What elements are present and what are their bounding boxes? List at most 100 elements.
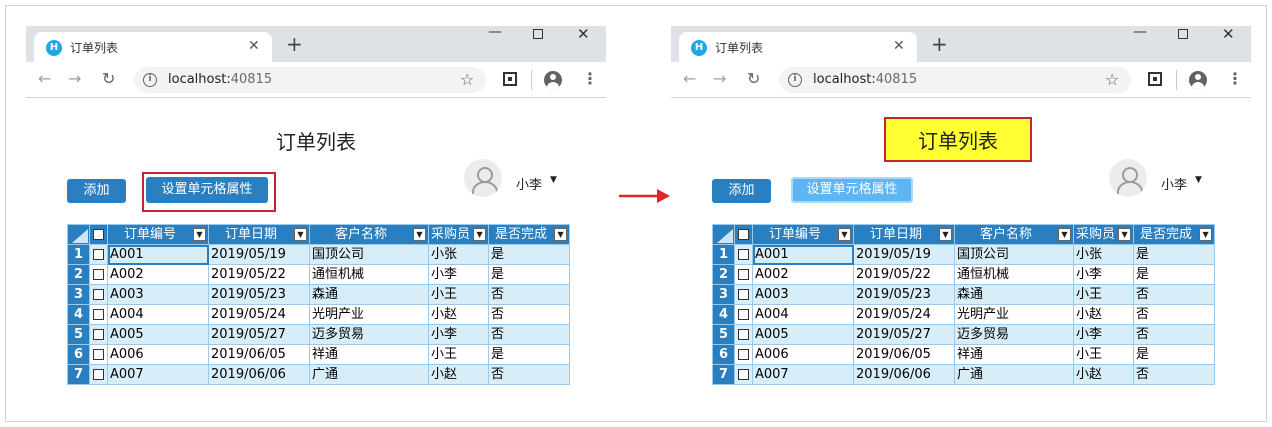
cell-order-id[interactable]: A004	[107, 304, 209, 325]
window-close-icon[interactable]: ✕	[577, 26, 590, 42]
select-all-corner[interactable]	[712, 224, 735, 245]
cell-done[interactable]: 否	[488, 284, 571, 305]
row-checkbox[interactable]	[734, 364, 753, 385]
minimize-icon[interactable]: —	[1133, 24, 1147, 40]
table-row[interactable]: 6 A006 2019/06/05 祥通 小王是	[712, 344, 1216, 365]
checkbox-icon[interactable]	[738, 329, 749, 340]
cell-buyer[interactable]: 小李	[1072, 324, 1135, 345]
cell-order-date[interactable]: 2019/05/27	[208, 324, 310, 345]
extension-icon[interactable]	[1148, 72, 1162, 86]
cell-order-id[interactable]: A003	[107, 284, 209, 305]
set-cell-style-button[interactable]: 设置单元格属性	[791, 177, 913, 203]
table-row[interactable]: 6 A006 2019/06/05 祥通 小王是	[67, 344, 571, 365]
cell-order-date[interactable]: 2019/05/22	[853, 264, 955, 285]
cell-customer[interactable]: 祥通	[954, 344, 1074, 365]
user-name[interactable]: 小李	[1161, 174, 1187, 193]
cell-done[interactable]: 是	[488, 264, 571, 285]
cell-done[interactable]: 否	[488, 304, 571, 325]
cell-buyer[interactable]: 小王	[427, 284, 490, 305]
filter-dropdown-icon[interactable]: ▼	[838, 228, 851, 241]
cell-buyer[interactable]: 小王	[1072, 284, 1135, 305]
new-tab-icon[interactable]: +	[931, 32, 948, 56]
row-checkbox[interactable]	[89, 364, 108, 385]
checkbox-icon[interactable]	[738, 289, 749, 300]
chevron-down-icon[interactable]: ▼	[1195, 175, 1202, 185]
cell-order-date[interactable]: 2019/05/23	[853, 284, 955, 305]
cell-customer[interactable]: 广通	[954, 364, 1074, 385]
cell-buyer[interactable]: 小李	[427, 324, 490, 345]
table-row[interactable]: 5 A005 2019/05/27 迈多贸易 小李否	[712, 324, 1216, 345]
column-header[interactable]: 客户名称 ▼	[954, 224, 1074, 245]
filter-dropdown-icon[interactable]: ▼	[1058, 228, 1071, 241]
cell-order-id[interactable]: A003	[752, 284, 854, 305]
checkbox-icon[interactable]	[93, 349, 104, 360]
cell-buyer[interactable]: 小王	[1072, 344, 1135, 365]
cell-customer[interactable]: 迈多贸易	[954, 324, 1074, 345]
row-number[interactable]: 7	[712, 364, 735, 385]
reload-icon[interactable]: ↻	[747, 70, 760, 88]
cell-done[interactable]: 是	[488, 244, 571, 265]
cell-customer[interactable]: 通恒机械	[954, 264, 1074, 285]
cell-buyer[interactable]: 小赵	[427, 304, 490, 325]
add-button[interactable]: 添加	[712, 179, 771, 203]
select-all-corner[interactable]	[67, 224, 90, 245]
checkbox-icon[interactable]	[738, 349, 749, 360]
column-header[interactable]: 采购员 ▼	[1072, 224, 1135, 245]
cell-done[interactable]: 是	[488, 344, 571, 365]
table-row[interactable]: 2 A002 2019/05/22 通恒机械 小李是	[67, 264, 571, 285]
cell-buyer[interactable]: 小赵	[1072, 304, 1135, 325]
cell-order-id[interactable]: A001	[107, 244, 209, 265]
filter-dropdown-icon[interactable]: ▼	[554, 228, 568, 241]
kebab-menu-icon[interactable]: ⋮	[582, 70, 598, 88]
cell-order-id[interactable]: A006	[107, 344, 209, 365]
row-checkbox[interactable]	[89, 304, 108, 325]
cell-order-id[interactable]: A002	[107, 264, 209, 285]
cell-order-date[interactable]: 2019/06/06	[208, 364, 310, 385]
reload-icon[interactable]: ↻	[102, 70, 115, 88]
cell-customer[interactable]: 森通	[309, 284, 429, 305]
cell-order-date[interactable]: 2019/05/24	[853, 304, 955, 325]
cell-done[interactable]: 否	[1133, 304, 1216, 325]
cell-customer[interactable]: 迈多贸易	[309, 324, 429, 345]
cell-buyer[interactable]: 小赵	[427, 364, 490, 385]
checkbox-icon[interactable]	[738, 369, 749, 380]
table-row[interactable]: 4 A004 2019/05/24 光明产业 小赵否	[67, 304, 571, 325]
checkbox-icon[interactable]	[93, 329, 104, 340]
row-number[interactable]: 5	[67, 324, 90, 345]
avatar[interactable]	[464, 159, 502, 197]
column-header[interactable]: 客户名称 ▼	[309, 224, 429, 245]
table-row[interactable]: 1 A001 2019/05/19 国顶公司 小张是	[712, 244, 1216, 265]
extension-icon[interactable]	[503, 72, 517, 86]
minimize-icon[interactable]: —	[488, 24, 502, 40]
back-arrow-icon[interactable]: ←	[683, 70, 696, 88]
cell-done[interactable]: 否	[1133, 324, 1216, 345]
row-checkbox[interactable]	[734, 284, 753, 305]
filter-dropdown-icon[interactable]: ▼	[473, 228, 487, 241]
cell-order-id[interactable]: A007	[107, 364, 209, 385]
cell-customer[interactable]: 国顶公司	[954, 244, 1074, 265]
column-header[interactable]: 订单编号 ▼	[752, 224, 854, 245]
checkbox-icon[interactable]	[738, 309, 749, 320]
cell-buyer[interactable]: 小张	[427, 244, 490, 265]
table-row[interactable]: 2 A002 2019/05/22 通恒机械 小李是	[712, 264, 1216, 285]
row-number[interactable]: 6	[67, 344, 90, 365]
table-row[interactable]: 3 A003 2019/05/23 森通 小王否	[712, 284, 1216, 305]
cell-order-id[interactable]: A005	[752, 324, 854, 345]
row-number[interactable]: 4	[712, 304, 735, 325]
column-header[interactable]: 订单日期 ▼	[208, 224, 310, 245]
cell-order-date[interactable]: 2019/05/19	[853, 244, 955, 265]
row-number[interactable]: 3	[67, 284, 90, 305]
row-number[interactable]: 3	[712, 284, 735, 305]
table-row[interactable]: 7 A007 2019/06/06 广通 小赵否	[712, 364, 1216, 385]
user-name[interactable]: 小李	[516, 174, 542, 193]
cell-order-date[interactable]: 2019/06/06	[853, 364, 955, 385]
cell-order-id[interactable]: A006	[752, 344, 854, 365]
cell-customer[interactable]: 国顶公司	[309, 244, 429, 265]
column-header[interactable]: 采购员 ▼	[427, 224, 490, 245]
cell-buyer[interactable]: 小李	[427, 264, 490, 285]
row-checkbox[interactable]	[89, 284, 108, 305]
table-row[interactable]: 5 A005 2019/05/27 迈多贸易 小李否	[67, 324, 571, 345]
row-checkbox[interactable]	[89, 244, 108, 265]
info-icon[interactable]: i	[143, 73, 157, 87]
row-checkbox[interactable]	[734, 264, 753, 285]
